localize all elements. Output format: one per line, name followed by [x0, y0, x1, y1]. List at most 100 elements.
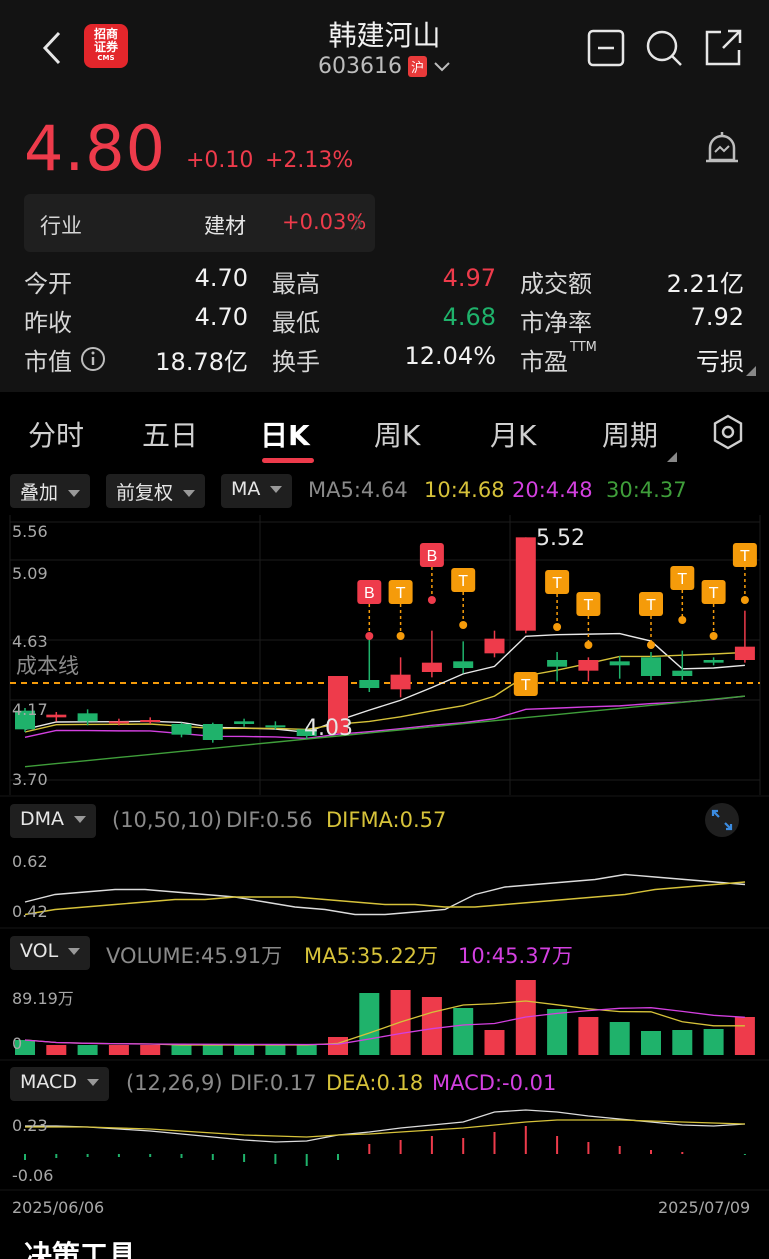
candle-body — [390, 674, 411, 690]
dma-lines — [24, 873, 746, 916]
volume-bar — [421, 997, 442, 1055]
volume-bar — [484, 1030, 505, 1055]
dma-difma-line — [24, 881, 746, 916]
date-start: 2025/06/06 — [12, 1198, 105, 1217]
macd-axis-top: 0.23 — [12, 1116, 48, 1135]
kline-axis-mid1: 5.09 — [12, 564, 48, 583]
volume-bar — [46, 1045, 67, 1055]
macd-lines — [24, 1109, 746, 1166]
vol-ma5: MA5:35.22万 — [304, 944, 439, 968]
candle-body — [108, 721, 129, 724]
marker-letter: T — [552, 575, 562, 592]
volume-bar — [734, 1017, 755, 1055]
candle-body — [453, 661, 474, 668]
marker-dot — [678, 616, 687, 624]
candle-body — [265, 725, 286, 728]
volume-bar — [77, 1045, 98, 1055]
macd-dif: DIF:0.17 — [230, 1071, 317, 1095]
low-price-label: 4.03 — [304, 716, 353, 741]
marker-letter: T — [646, 597, 656, 614]
volume-bars — [15, 980, 755, 1055]
candle-body — [77, 713, 98, 722]
marker-dot — [709, 632, 718, 640]
candle-body — [578, 660, 599, 671]
marker-letter: B — [364, 585, 375, 602]
candle-body — [672, 670, 693, 676]
high-price-label: 5.52 — [536, 526, 585, 551]
vol-ma10-line — [24, 1007, 745, 1046]
dma-dropdown[interactable]: DMA — [10, 804, 97, 838]
macd-dea: DEA:0.18 — [326, 1071, 424, 1095]
kline-axis-bottom: 3.70 — [12, 770, 48, 789]
volume-bar — [296, 1045, 317, 1055]
macd-dea-line — [25, 1119, 745, 1138]
volume-bar — [202, 1045, 223, 1055]
volume-bar — [140, 1045, 161, 1055]
macd-axis-bottom: -0.06 — [12, 1166, 54, 1185]
marker-letter: T — [709, 585, 719, 602]
candle-body — [609, 661, 630, 666]
date-end: 2025/07/09 — [658, 1198, 751, 1217]
marker-dot — [740, 596, 749, 604]
volume-bar — [359, 993, 380, 1055]
candle-body — [234, 721, 255, 724]
volume-bar — [641, 1031, 661, 1055]
volume-bar — [108, 1045, 129, 1055]
candle-body — [171, 724, 192, 735]
vol-axis-bottom: 0 — [12, 1034, 23, 1053]
vol-ma10: 10:45.37万 — [458, 944, 573, 968]
marker-dot — [647, 641, 655, 649]
volume-bar — [265, 1045, 286, 1055]
candle-body — [202, 724, 223, 740]
macd-value: MACD:-0.01 — [432, 1071, 557, 1095]
marker-letter: B — [427, 548, 438, 565]
volume-bar — [672, 1030, 693, 1055]
volume-bar — [703, 1029, 724, 1055]
vol-axis-top: 89.19万 — [12, 989, 74, 1008]
candle-body — [484, 638, 505, 654]
cost-line-label: 成本线 — [16, 654, 79, 678]
marker-dot — [396, 632, 405, 640]
dma-dif: DIF:0.56 — [226, 808, 313, 832]
volume-bar — [547, 1009, 568, 1055]
dma-params: (10,50,10) — [112, 808, 222, 832]
volume-bar — [234, 1045, 255, 1055]
candle-body — [421, 662, 442, 672]
kline-axis-mid2: 4.63 — [12, 632, 48, 651]
dma-dif-line — [24, 873, 746, 916]
decision-tools-label[interactable]: 决策工具 — [24, 1234, 136, 1259]
candle-body — [703, 660, 724, 663]
marker-dot — [459, 621, 468, 629]
macd-dif-line — [25, 1109, 745, 1143]
volume-bar — [453, 1008, 474, 1055]
marker-letter: T — [740, 548, 750, 565]
vol-dropdown[interactable]: VOL — [10, 936, 91, 970]
marker-dot — [427, 596, 436, 604]
marker-letter: T — [677, 571, 687, 588]
candle-body — [641, 657, 661, 676]
volume-bar — [328, 1037, 348, 1055]
kline-axis-mid3: 4.17 — [12, 700, 48, 719]
dma-axis-top: 0.62 — [12, 852, 48, 871]
marker-letter: T — [458, 573, 468, 590]
expand-icon[interactable] — [704, 802, 740, 838]
volume-bar — [578, 1017, 599, 1055]
candle-body — [359, 680, 380, 688]
marker-dot — [584, 641, 593, 649]
candle-body — [734, 646, 755, 660]
marker-letter: T — [521, 677, 531, 694]
kline-axis-top: 5.56 — [12, 522, 48, 541]
marker-dot — [365, 632, 374, 640]
ma10-line — [24, 651, 745, 733]
candle-body — [515, 537, 536, 631]
candle-body — [46, 714, 67, 718]
volume-bar — [171, 1045, 192, 1055]
marker-dot — [553, 623, 562, 631]
dma-axis-bottom: 0.42 — [12, 902, 48, 921]
candle-body — [140, 720, 161, 722]
macd-params: (12,26,9) — [126, 1071, 223, 1095]
dma-difma: DIFMA:0.57 — [326, 808, 447, 832]
marker-letter: T — [396, 585, 406, 602]
vol-volume: VOLUME:45.91万 — [106, 944, 283, 968]
macd-dropdown[interactable]: MACD — [10, 1067, 109, 1101]
